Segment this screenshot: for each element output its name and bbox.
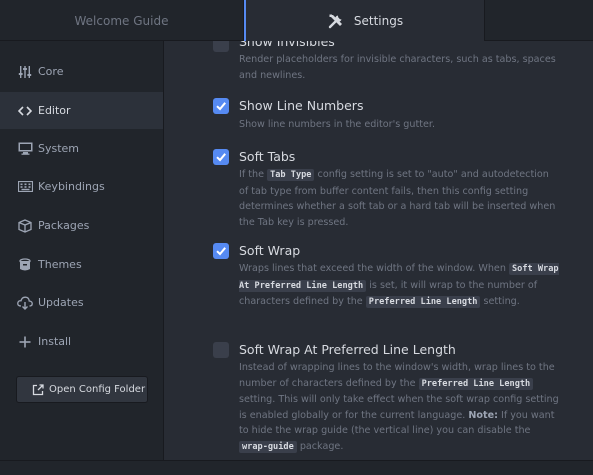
tab-bar: Welcome Guide Settings	[0, 0, 593, 42]
open-config-folder-label: Open Config Folder	[49, 384, 146, 395]
soft-tabs-checkbox[interactable]	[213, 149, 229, 165]
sidebar-item-packages[interactable]: Packages	[0, 207, 163, 244]
soft-wrap-preferred-checkbox[interactable]	[213, 342, 229, 358]
soft-wrap-checkbox[interactable]	[213, 243, 229, 259]
setting-description: Render placeholders for invisible charac…	[239, 54, 556, 81]
code-preferred-line-length: Preferred Line Length	[418, 377, 534, 390]
setting-title: Soft Wrap At Preferred Line Length	[239, 342, 456, 357]
sidebar-item-editor[interactable]: Editor	[0, 92, 163, 129]
settings-sidebar: Core Editor System Keybindings Packages …	[0, 41, 164, 460]
editor-settings-panel[interactable]: Show Invisibles Render placeholders for …	[164, 41, 593, 460]
sidebar-item-core[interactable]: Core	[0, 53, 163, 90]
sidebar-item-updates[interactable]: Updates	[0, 284, 163, 321]
setting-description: If the Tab Type config setting is set to…	[239, 169, 556, 228]
code-tab-type: Tab Type	[267, 169, 315, 181]
device-desktop-icon	[17, 141, 33, 157]
setting-title: Soft Tabs	[239, 149, 296, 164]
cloud-download-icon	[17, 295, 33, 311]
code-preferred-line-length: Preferred Line Length	[365, 296, 481, 308]
setting-description: Instead of wrapping lines to the window'…	[239, 362, 559, 453]
link-external-icon	[32, 383, 44, 396]
show-invisibles-checkbox[interactable]	[213, 41, 229, 52]
sidebar-item-label: System	[38, 142, 80, 155]
sidebar-item-label: Themes	[38, 258, 82, 271]
setting-description: Wraps lines that exceed the width of the…	[239, 263, 559, 308]
sidebar-item-label: Core	[38, 65, 64, 78]
setting-description: Show line numbers in the editor's gutter…	[239, 119, 436, 130]
sliders-icon	[17, 64, 33, 80]
sidebar-item-label: Keybindings	[38, 180, 105, 193]
sidebar-item-themes[interactable]: Themes	[0, 246, 163, 283]
settings-window: Welcome Guide Settings Core Editor Syste…	[0, 0, 593, 475]
show-line-numbers-checkbox[interactable]	[213, 98, 229, 114]
setting-title: Show Line Numbers	[239, 98, 364, 113]
code-icon	[17, 103, 33, 119]
tab-settings-label: Settings	[353, 14, 404, 28]
sidebar-item-label: Packages	[38, 219, 90, 232]
open-config-folder-button[interactable]: Open Config Folder	[16, 376, 148, 403]
sidebar-item-keybindings[interactable]: Keybindings	[0, 168, 163, 205]
sidebar-item-system[interactable]: System	[0, 130, 163, 167]
plus-icon	[17, 334, 33, 350]
sidebar-item-label: Editor	[38, 104, 71, 117]
tools-icon	[327, 12, 345, 30]
paintcan-icon	[17, 257, 33, 273]
checkmark-icon	[216, 153, 226, 162]
code-wrap-guide: wrap-guide	[239, 440, 297, 453]
keyboard-icon	[17, 179, 33, 195]
note-label: Note:	[468, 409, 498, 421]
sidebar-item-label: Install	[38, 335, 72, 348]
status-bar	[0, 460, 593, 475]
setting-title: Soft Wrap	[239, 243, 301, 258]
checkmark-icon	[216, 102, 226, 111]
checkmark-icon	[216, 247, 226, 256]
sidebar-item-label: Updates	[38, 296, 84, 309]
setting-title: Show Invisibles	[239, 41, 335, 49]
tab-welcome-guide-label: Welcome Guide	[74, 13, 169, 28]
tab-welcome-guide[interactable]: Welcome Guide	[0, 0, 244, 41]
tab-settings[interactable]: Settings	[244, 0, 485, 42]
package-icon	[17, 218, 33, 234]
sidebar-item-install[interactable]: Install	[0, 323, 163, 360]
